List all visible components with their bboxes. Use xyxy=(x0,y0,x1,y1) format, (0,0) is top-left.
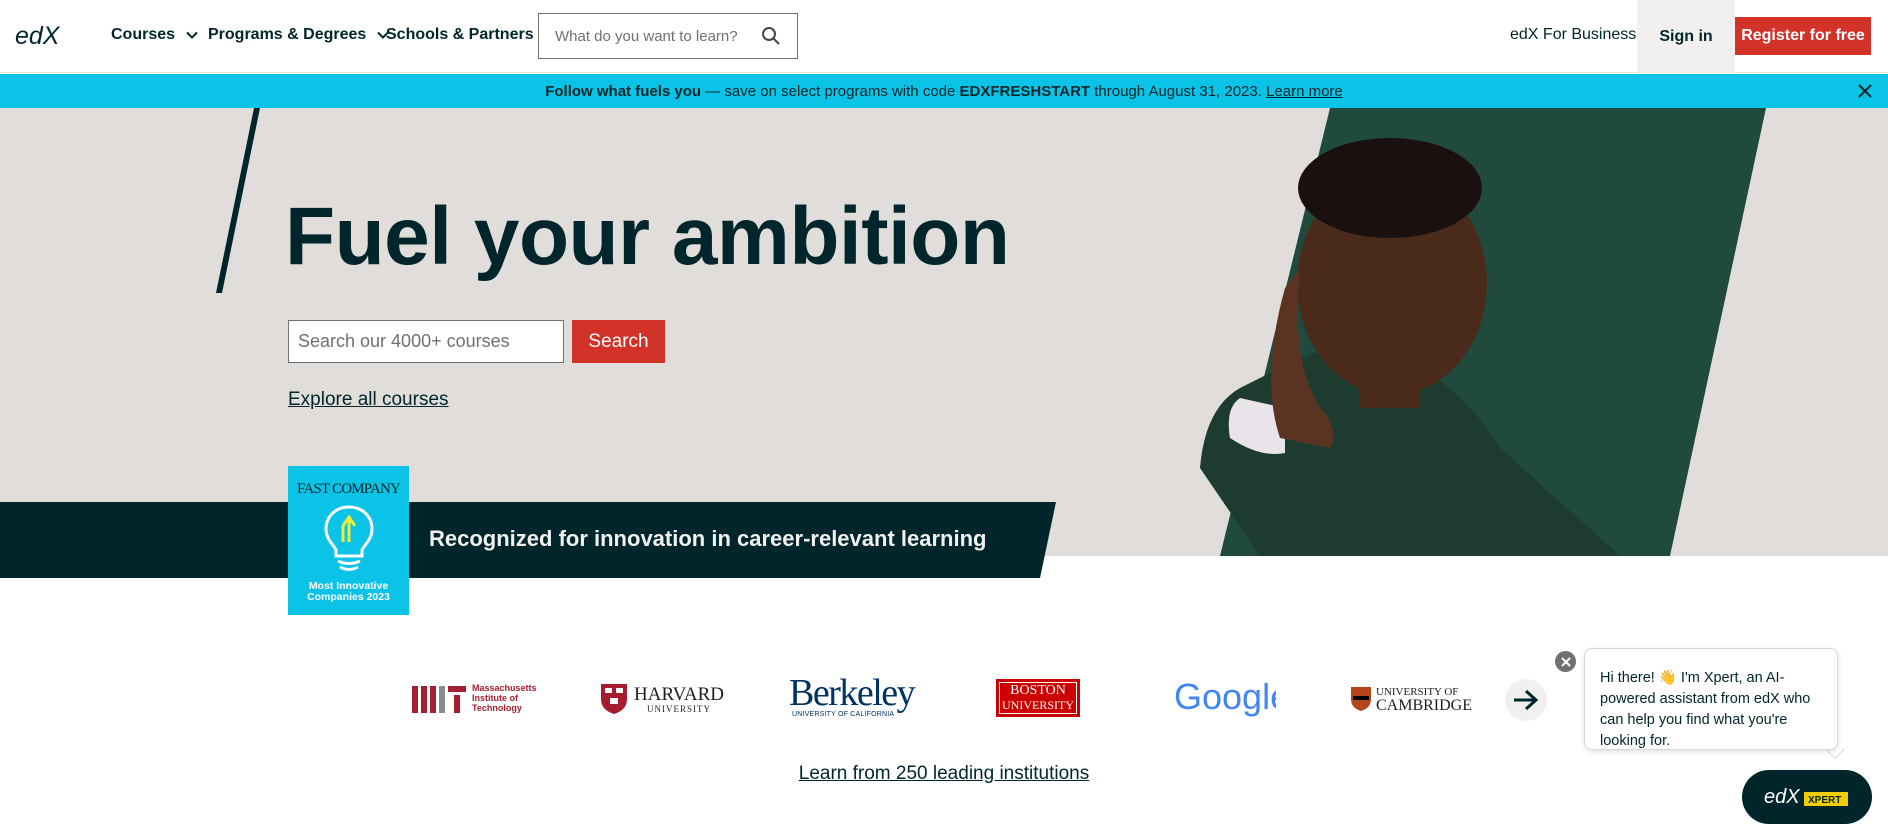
nav-programs-degrees[interactable]: Programs & Degrees xyxy=(208,26,390,44)
promo-banner: Follow what fuels you — save on select p… xyxy=(0,74,1888,108)
harvard-logo-text: HARVARD UNIVERSITY xyxy=(634,685,724,714)
google-text: Google xyxy=(1174,677,1276,717)
bu-text-line1: BOSTON xyxy=(1010,683,1066,698)
mit-logo[interactable]: Massachusetts Institute of Technology xyxy=(412,683,537,713)
google-logo[interactable]: Google xyxy=(1174,677,1276,717)
harvard-logo[interactable]: HARVARD UNIVERSITY xyxy=(600,683,724,715)
header-search xyxy=(538,13,798,59)
harvard-shield-icon xyxy=(601,684,627,714)
arrow-right-icon xyxy=(1514,689,1539,711)
nav-schools-partners[interactable]: Schools & Partners xyxy=(386,26,534,44)
fast-company-badge: FAST COMPANY Most Innovative Companies 2… xyxy=(288,466,409,615)
learn-from-institutions: Learn from 250 leading institutions xyxy=(0,763,1888,785)
berkeley-text-line2: UNIVERSITY OF CALIFORNIA xyxy=(792,711,895,718)
header-search-input[interactable] xyxy=(555,27,761,45)
cambridge-shield-icon xyxy=(1351,687,1371,711)
edx-logo[interactable]: edX xyxy=(14,18,76,56)
bu-text-line2: UNIVERSITY xyxy=(1002,698,1074,712)
chevron-down-icon xyxy=(186,31,198,39)
berkeley-logo[interactable]: Berkeley UNIVERSITY OF CALIFORNIA xyxy=(789,672,916,718)
chat-bubble: Hi there! 👋 I'm Xpert, an AI-powered ass… xyxy=(1584,648,1838,750)
lightbulb-icon xyxy=(324,505,374,571)
hero-search-input[interactable] xyxy=(288,320,564,363)
xpert-tag-text: XPERT xyxy=(1808,795,1841,806)
badge-caption-line2: Companies 2023 xyxy=(307,591,390,603)
close-icon xyxy=(1560,656,1571,667)
nav-courses[interactable]: Courses xyxy=(111,26,199,44)
close-icon[interactable] xyxy=(1856,82,1874,100)
mit-logo-text: Massachusetts Institute of Technology xyxy=(472,683,537,713)
badge-caption: Most Innovative Companies 2023 xyxy=(288,581,409,603)
promo-code: EDXFRESHSTART xyxy=(959,82,1091,100)
site-header: edX Courses Programs & Degrees Schools &… xyxy=(0,0,1888,73)
harvard-text-line1: HARVARD xyxy=(634,683,724,705)
google-logo-mark: Google xyxy=(1174,677,1276,717)
mit-text-line3: Technology xyxy=(472,703,522,713)
mit-logo-mark xyxy=(412,686,466,713)
boston-university-logo[interactable]: BOSTON UNIVERSITY xyxy=(996,679,1080,717)
cambridge-logo[interactable]: UNIVERSITY OF CAMBRIDGE xyxy=(1350,685,1473,714)
promo-middle: — save on select programs with code xyxy=(701,82,960,100)
learn-from-institutions-link[interactable]: Learn from 250 leading institutions xyxy=(799,763,1089,784)
promo-lead: Follow what fuels you xyxy=(545,82,702,100)
cambridge-text-line2: CAMBRIDGE xyxy=(1376,697,1473,714)
hero-background-art xyxy=(216,108,1766,556)
xpert-chat-button[interactable]: edX XPERT xyxy=(1742,770,1872,824)
berkeley-text-line1: Berkeley xyxy=(789,672,916,714)
chat-close-button[interactable] xyxy=(1555,651,1576,672)
promo-learn-more-link[interactable]: Learn more xyxy=(1266,83,1343,100)
sign-in-button[interactable]: Sign in xyxy=(1637,0,1735,73)
carousel-next-button[interactable] xyxy=(1505,679,1547,721)
edx-logo-text: edX xyxy=(15,22,61,50)
chat-message: Hi there! 👋 I'm Xpert, an AI-powered ass… xyxy=(1600,670,1811,749)
hero-search-button[interactable]: Search xyxy=(572,320,665,363)
search-icon[interactable] xyxy=(761,26,781,46)
xpert-edx-text: edX xyxy=(1764,786,1800,808)
nav-schools-label: Schools & Partners xyxy=(386,26,534,43)
hero-section: Fuel your ambition Search Explore all co… xyxy=(0,108,1888,556)
promo-text: Follow what fuels you — save on select p… xyxy=(545,83,1343,100)
register-button[interactable]: Register for free xyxy=(1735,17,1871,55)
edx-for-business-link[interactable]: edX For Business xyxy=(1510,26,1636,44)
harvard-text-line2: UNIVERSITY xyxy=(646,703,711,714)
nav-courses-label: Courses xyxy=(111,26,176,43)
nav-programs-label: Programs & Degrees xyxy=(208,26,367,43)
mit-text-line2: Institute of xyxy=(472,693,518,703)
cambridge-logo-text: UNIVERSITY OF CAMBRIDGE xyxy=(1376,685,1473,714)
explore-all-courses-link[interactable]: Explore all courses xyxy=(288,389,449,411)
xpert-logo: edX XPERT xyxy=(1764,786,1848,808)
hero-title: Fuel your ambition xyxy=(285,191,1010,282)
recognition-text: Recognized for innovation in career-rele… xyxy=(429,526,987,551)
mit-text-line1: Massachusetts xyxy=(472,683,537,693)
promo-tail: through August 31, 2023. xyxy=(1090,82,1267,100)
fast-company-logo: FAST COMPANY xyxy=(296,481,401,497)
